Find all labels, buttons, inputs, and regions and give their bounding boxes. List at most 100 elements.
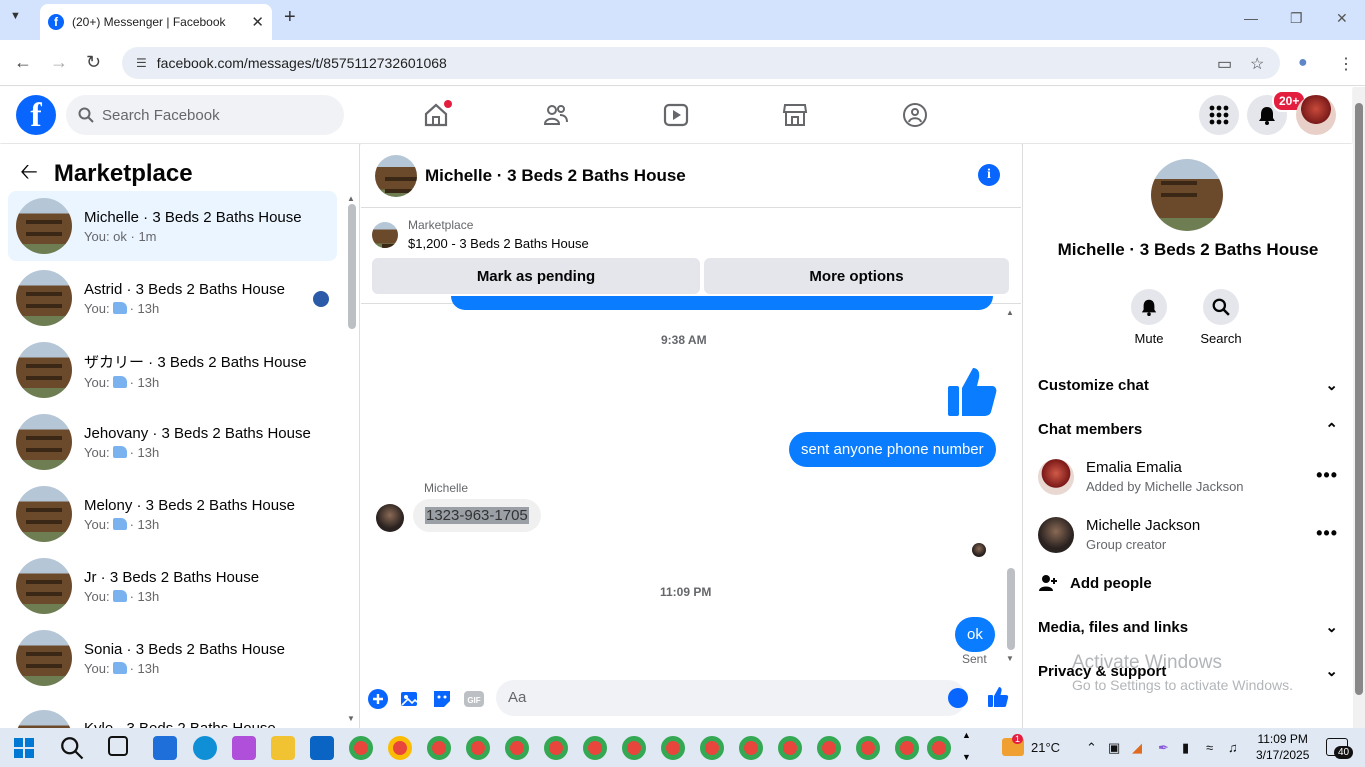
browser-tab[interactable]: f (20+) Messenger | Facebook ✕: [40, 4, 272, 40]
new-tab-icon[interactable]: +: [284, 6, 296, 29]
groups-icon[interactable]: [901, 101, 929, 129]
outlook-icon[interactable]: [310, 736, 334, 760]
conversation-item[interactable]: Jr · 3 Beds 2 Baths House You: · 13h: [8, 551, 337, 621]
outgoing-message[interactable]: ok: [955, 617, 995, 652]
search-input[interactable]: Search Facebook: [66, 95, 344, 135]
gif-icon[interactable]: GIF: [463, 688, 485, 710]
tab-search-icon[interactable]: ▼: [10, 10, 21, 22]
customize-chat-row[interactable]: Customize chat ⌄: [1038, 376, 1338, 395]
sender-avatar[interactable]: [376, 504, 404, 532]
page-scrollbar-thumb[interactable]: [1355, 103, 1363, 695]
task-view-icon[interactable]: [108, 736, 128, 756]
windows-start-icon[interactable]: [14, 738, 34, 758]
chrome-profile-icon[interactable]: [583, 736, 607, 760]
chat-scrollbar[interactable]: [1007, 568, 1015, 650]
battery-icon[interactable]: ▮: [1182, 740, 1189, 756]
file-explorer-icon[interactable]: [271, 736, 295, 760]
back-arrow-icon[interactable]: 🡠: [20, 155, 38, 193]
weather-temp[interactable]: 21°C: [1031, 740, 1060, 755]
bookmark-star-icon[interactable]: ☆: [1250, 54, 1264, 74]
chat-title[interactable]: Michelle · 3 Beds 2 Baths House: [425, 166, 686, 186]
tray-app-icon[interactable]: ◢: [1132, 740, 1142, 756]
chat-avatar[interactable]: [375, 154, 417, 197]
chrome-profile-icon[interactable]: [505, 736, 529, 760]
conversation-item[interactable]: Astrid · 3 Beds 2 Baths House You: · 13h: [8, 263, 337, 333]
store-icon[interactable]: [153, 736, 177, 760]
video-icon[interactable]: [662, 101, 690, 129]
chrome-profile-icon[interactable]: [544, 736, 568, 760]
mark-as-pending-button[interactable]: Mark as pending: [372, 258, 700, 294]
listing-price-title[interactable]: $1,200 - 3 Beds 2 Baths House: [408, 236, 589, 251]
outgoing-message[interactable]: sent anyone phone number: [789, 432, 996, 467]
chrome-icon[interactable]: [388, 736, 412, 760]
mute-button[interactable]: Mute: [1114, 289, 1184, 346]
site-info-icon[interactable]: ☰: [136, 56, 147, 70]
friends-icon[interactable]: [542, 101, 570, 129]
chrome-profile-icon[interactable]: [622, 736, 646, 760]
scroll-down-icon[interactable]: ▼: [1006, 654, 1014, 663]
scroll-up-icon[interactable]: ▲: [347, 194, 355, 203]
emoji-icon[interactable]: [948, 688, 968, 708]
forward-icon[interactable]: →: [50, 52, 68, 73]
chrome-profile-icon[interactable]: [661, 736, 685, 760]
chrome-icon[interactable]: [349, 736, 373, 760]
account-avatar[interactable]: [1296, 95, 1336, 135]
taskbar-overflow-up-icon[interactable]: ▲: [962, 730, 971, 740]
conversation-item[interactable]: Kyle · 3 Beds 2 Baths House: [8, 695, 337, 728]
listing-thumbnail[interactable]: [372, 222, 398, 248]
window-close-icon[interactable]: ✕: [1336, 10, 1348, 27]
add-people-row[interactable]: Add people: [1038, 574, 1338, 592]
tray-overflow-icon[interactable]: ⌃: [1086, 740, 1097, 756]
chat-members-row[interactable]: Chat members ⌃: [1038, 420, 1338, 439]
reload-icon[interactable]: ↻: [86, 52, 101, 73]
page-scrollbar[interactable]: [1353, 87, 1365, 728]
chrome-profile-icon[interactable]: [817, 736, 841, 760]
media-files-row[interactable]: Media, files and links ⌄: [1038, 618, 1338, 637]
taskbar-search-icon[interactable]: [60, 736, 84, 760]
facebook-logo-icon[interactable]: f: [16, 95, 56, 135]
message-input[interactable]: Aa: [496, 680, 966, 716]
install-app-icon[interactable]: ▭: [1217, 54, 1232, 74]
chrome-profile-icon[interactable]: [427, 736, 451, 760]
close-tab-icon[interactable]: ✕: [251, 13, 264, 31]
chrome-profile-icon[interactable]: [739, 736, 763, 760]
conversation-item[interactable]: Sonia · 3 Beds 2 Baths House You: · 13h: [8, 623, 337, 693]
marketplace-icon[interactable]: [781, 101, 809, 129]
conversation-item[interactable]: Melony · 3 Beds 2 Baths House You: · 13h: [8, 479, 337, 549]
volume-icon[interactable]: ♫: [1228, 740, 1238, 755]
edge-icon[interactable]: [193, 736, 217, 760]
send-like-icon[interactable]: [987, 686, 1009, 708]
scroll-down-icon[interactable]: ▼: [347, 714, 355, 723]
member-row[interactable]: Emalia Emalia Added by Michelle Jackson …: [1038, 455, 1338, 499]
clock[interactable]: 11:09 PM 3/17/2025: [1256, 731, 1309, 763]
info-icon[interactable]: i: [978, 164, 1000, 186]
search-in-chat-button[interactable]: Search: [1186, 289, 1256, 346]
chrome-profile-icon[interactable]: [466, 736, 490, 760]
wifi-icon[interactable]: ≈: [1206, 740, 1213, 755]
plus-icon[interactable]: [367, 688, 389, 710]
taskbar-overflow-down-icon[interactable]: ▼: [962, 752, 971, 762]
tray-pen-icon[interactable]: ✒: [1158, 740, 1169, 756]
member-row[interactable]: Michelle Jackson Group creator •••: [1038, 513, 1338, 557]
more-options-button[interactable]: More options: [704, 258, 1009, 294]
more-dots-icon[interactable]: •••: [1316, 523, 1338, 544]
minimize-icon[interactable]: —: [1244, 10, 1258, 26]
url-field[interactable]: ☰ facebook.com/messages/t/85751127326010…: [122, 47, 1280, 79]
conversation-item[interactable]: Michelle · 3 Beds 2 Baths House You: ok …: [8, 191, 337, 261]
chrome-profile-icon[interactable]: [778, 736, 802, 760]
browser-menu-icon[interactable]: ⋮: [1338, 54, 1354, 74]
chrome-profile-icon[interactable]: [700, 736, 724, 760]
chrome-profile-icon[interactable]: [927, 736, 951, 760]
profile-icon[interactable]: ●: [1298, 54, 1308, 72]
more-dots-icon[interactable]: •••: [1316, 465, 1338, 486]
chrome-profile-icon[interactable]: [856, 736, 880, 760]
incoming-message[interactable]: 1323-963-1705: [413, 499, 541, 532]
conversation-item[interactable]: Jehovany · 3 Beds 2 Baths House You: · 13…: [8, 407, 337, 477]
tray-network-icon[interactable]: ▣: [1108, 740, 1120, 756]
copilot-icon[interactable]: [232, 736, 256, 760]
restore-icon[interactable]: ❐: [1290, 10, 1303, 27]
sticker-icon[interactable]: [431, 688, 453, 710]
photo-icon[interactable]: [399, 688, 421, 710]
back-icon[interactable]: ←: [14, 52, 32, 73]
conversation-item[interactable]: ザカリー · 3 Beds 2 Baths House You: · 13h: [8, 335, 337, 405]
